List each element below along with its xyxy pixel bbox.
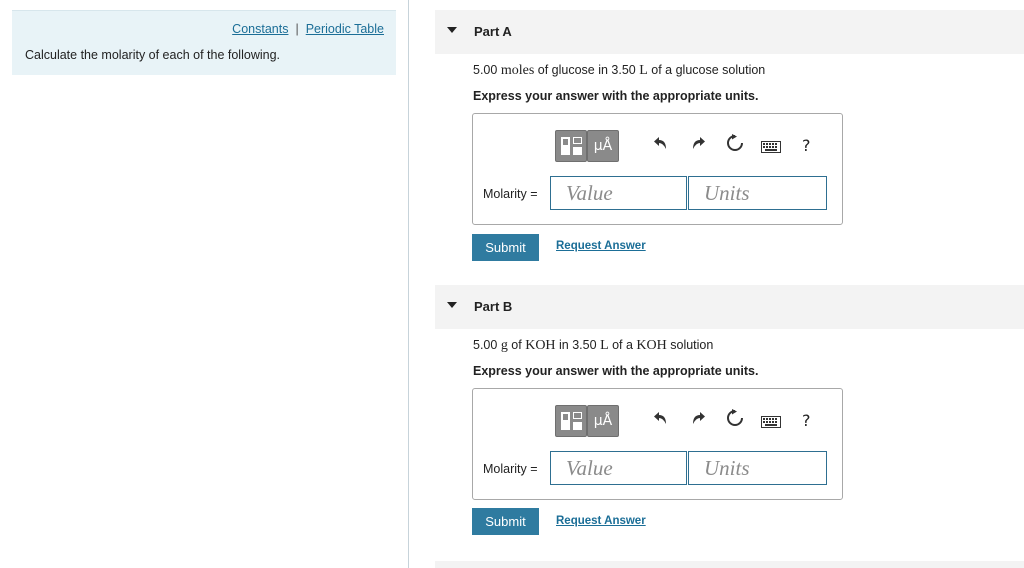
units-input[interactable]	[688, 176, 827, 210]
units-icon[interactable]: μÅ	[587, 130, 619, 162]
part-b-submit-button[interactable]: Submit	[472, 508, 539, 535]
templates-icon[interactable]	[555, 130, 587, 162]
part-b-header[interactable]: Part B	[435, 285, 1024, 329]
links-separator: |	[295, 22, 299, 36]
part-a-answer-box: μÅ ? Molarity =	[472, 113, 843, 225]
redo-icon[interactable]	[690, 409, 706, 432]
part-a-request-answer-link[interactable]: Request Answer	[556, 240, 646, 252]
part-b-answer-box: μÅ ? Molarity =	[472, 388, 843, 500]
part-b-toolbar: μÅ ?	[555, 405, 841, 437]
help-icon[interactable]: ?	[802, 136, 811, 155]
reset-icon[interactable]	[726, 134, 744, 157]
part-b-request-answer-link[interactable]: Request Answer	[556, 515, 646, 527]
value-input[interactable]	[550, 451, 687, 485]
part-a-header[interactable]: Part A	[435, 10, 1024, 54]
periodic-table-link[interactable]: Periodic Table	[306, 22, 384, 36]
resource-links: Constants | Periodic Table	[232, 22, 384, 36]
part-b-title: Part B	[474, 299, 513, 314]
templates-icon[interactable]	[555, 405, 587, 437]
reset-icon[interactable]	[726, 409, 744, 432]
units-input[interactable]	[688, 451, 827, 485]
panel-divider	[408, 0, 409, 568]
keyboard-icon[interactable]	[761, 413, 781, 433]
part-b-question: 5.00 g of KOH in 3.50 L of a KOH solutio…	[473, 338, 714, 353]
part-a-submit-button[interactable]: Submit	[472, 234, 539, 261]
part-a-title: Part A	[474, 24, 512, 39]
collapse-arrow-icon[interactable]	[447, 27, 457, 33]
constants-link[interactable]: Constants	[232, 22, 288, 36]
next-part-header-edge	[435, 561, 1024, 568]
part-b-instructions: Express your answer with the appropriate…	[473, 364, 759, 378]
undo-icon[interactable]	[653, 409, 669, 432]
instructions-panel: Constants | Periodic Table Calculate the m…	[12, 10, 396, 75]
part-a-question: 5.00 moles of glucose in 3.50 L of a glu…	[473, 63, 766, 78]
value-input[interactable]	[550, 176, 687, 210]
molarity-label: Molarity =	[483, 462, 538, 476]
part-a-toolbar: μÅ ?	[555, 130, 841, 162]
collapse-arrow-icon[interactable]	[447, 302, 457, 308]
undo-icon[interactable]	[653, 134, 669, 157]
keyboard-icon[interactable]	[761, 138, 781, 158]
molarity-label: Molarity =	[483, 187, 538, 201]
redo-icon[interactable]	[690, 134, 706, 157]
part-a-instructions: Express your answer with the appropriate…	[473, 89, 759, 103]
units-icon[interactable]: μÅ	[587, 405, 619, 437]
help-icon[interactable]: ?	[802, 411, 811, 430]
intro-text: Calculate the molarity of each of the fo…	[25, 48, 280, 62]
